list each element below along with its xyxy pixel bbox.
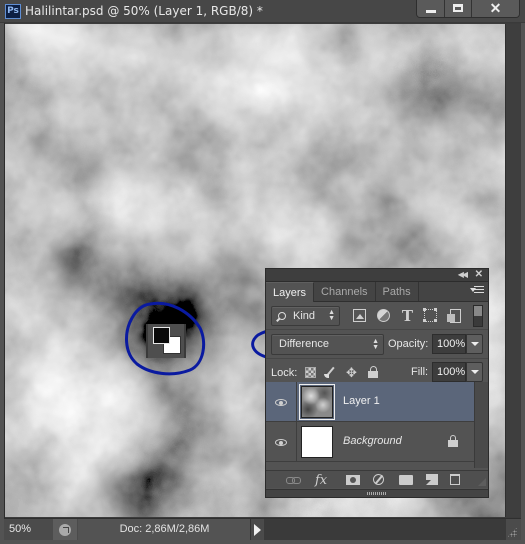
photoshop-app-icon: Ps [5, 4, 21, 19]
layers-panel: ◀◀ ✕ Layers Channels Paths Kind ▲ ▼ T Dif… [265, 268, 489, 498]
new-adjustment-layer-icon[interactable] [373, 474, 384, 485]
window-controls: ✕ [416, 0, 520, 18]
minimize-icon [425, 9, 436, 13]
layers-list: Layer 1 Background [266, 382, 474, 468]
horizontal-scrollbar[interactable] [264, 519, 506, 540]
status-menu-arrow[interactable] [250, 519, 263, 540]
status-bar: 50% Doc: 2,86M/2,86M [4, 518, 521, 540]
lock-image-pixels-icon[interactable] [324, 367, 335, 378]
panel-tabs: Layers Channels Paths [266, 282, 488, 302]
filter-toggle[interactable] [473, 305, 483, 327]
layer-thumbnail [301, 426, 333, 458]
opacity-dropdown[interactable] [466, 334, 483, 354]
lock-all-icon[interactable] [368, 366, 379, 378]
maximize-icon [453, 4, 463, 12]
smart-object-filter-icon[interactable] [447, 309, 461, 323]
filter-kind-label: Kind [293, 310, 316, 322]
close-icon: ✕ [489, 0, 502, 16]
maximize-button[interactable] [445, 0, 472, 17]
link-layers-icon[interactable] [286, 473, 301, 487]
layer-lock-icon [448, 435, 458, 447]
add-mask-icon[interactable] [346, 475, 360, 485]
resize-grip-icon[interactable] [507, 527, 517, 537]
panel-bottom-handle[interactable] [266, 489, 488, 497]
layer-name[interactable]: Layer 1 [343, 395, 380, 407]
layer-name[interactable]: Background [343, 435, 402, 447]
fill-input[interactable]: 100% [432, 362, 466, 382]
close-button[interactable]: ✕ [472, 0, 519, 17]
layer-thumbnail [299, 384, 335, 420]
document-info: Doc: 2,86M/2,86M [78, 519, 251, 540]
zoom-level[interactable]: 50% [9, 523, 31, 535]
eye-icon [275, 438, 287, 446]
updown-arrows-icon: ▲ ▼ [328, 309, 335, 322]
shape-layer-filter-icon[interactable] [423, 308, 437, 322]
collapse-icon[interactable]: ◀◀ [458, 270, 468, 279]
search-icon [278, 312, 286, 320]
vertical-scrollbar[interactable] [505, 24, 520, 517]
color-swatch[interactable] [146, 324, 186, 358]
new-group-folder-icon[interactable] [399, 475, 413, 485]
panel-footer: fx [266, 470, 488, 488]
foreground-color[interactable] [153, 327, 170, 344]
lock-position-icon[interactable]: ✥ [346, 366, 357, 379]
share-icon [59, 523, 71, 536]
updown-arrows-icon: ▲ ▼ [372, 338, 379, 351]
visibility-toggle[interactable] [266, 422, 297, 462]
share-button[interactable] [53, 519, 77, 540]
new-layer-icon[interactable] [426, 474, 438, 485]
layer-row-layer-1[interactable]: Layer 1 [266, 382, 474, 422]
blend-mode-select[interactable]: Difference ▲ ▼ [271, 334, 384, 355]
blend-mode-value: Difference [279, 338, 329, 350]
type-layer-filter-icon[interactable]: T [401, 307, 414, 325]
fill-dropdown[interactable] [466, 362, 483, 382]
panel-close-icon[interactable]: ✕ [475, 269, 483, 280]
opacity-input[interactable]: 100% [432, 334, 466, 354]
blend-row: Difference ▲ ▼ Opacity: 100% [266, 330, 488, 359]
lock-transparent-pixels-icon[interactable] [305, 367, 316, 378]
layer-row-background[interactable]: Background [266, 422, 474, 462]
opacity-label: Opacity: [388, 338, 429, 350]
fill-label: Fill: [411, 366, 429, 378]
filter-row: Kind ▲ ▼ T [266, 302, 488, 330]
tab-channels[interactable]: Channels [314, 282, 376, 301]
visibility-toggle[interactable] [266, 382, 297, 422]
layer-style-fx-icon[interactable]: fx [315, 473, 327, 488]
pixel-layer-filter-icon[interactable] [353, 309, 366, 322]
panel-resize-grip-icon[interactable] [478, 478, 486, 486]
title-bar: Ps Halilintar.psd @ 50% (Layer 1, RGB/8)… [0, 0, 525, 23]
window-title: Halilintar.psd @ 50% (Layer 1, RGB/8) * [25, 4, 263, 18]
tab-paths[interactable]: Paths [376, 282, 419, 301]
lock-label: Lock: [271, 367, 298, 379]
tab-layers[interactable]: Layers [266, 282, 315, 302]
adjustment-layer-filter-icon[interactable] [377, 309, 390, 322]
eye-icon [275, 398, 287, 406]
panel-menu-icon[interactable] [470, 286, 484, 296]
delete-layer-trash-icon[interactable] [450, 474, 460, 485]
minimize-button[interactable] [417, 0, 445, 17]
panel-header[interactable]: ◀◀ ✕ [266, 269, 488, 282]
filter-kind-select[interactable]: Kind ▲ ▼ [271, 306, 340, 326]
layers-list-scrollbar[interactable] [474, 382, 488, 468]
